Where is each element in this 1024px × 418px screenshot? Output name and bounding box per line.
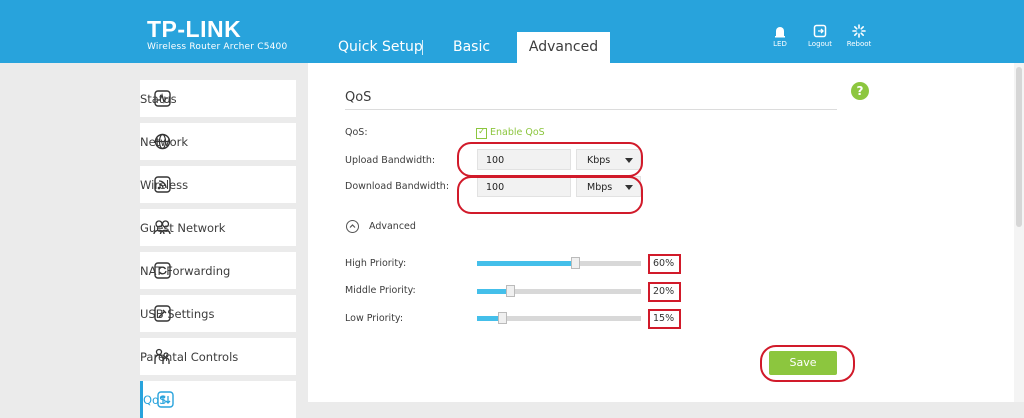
sidebar-item-qos[interactable]: QoS — [140, 381, 296, 418]
slider-fill — [477, 261, 575, 266]
logout-icon — [813, 24, 827, 38]
sidebar-item-usb-settings[interactable]: USB Settings — [140, 295, 296, 332]
low-priority-slider[interactable] — [477, 312, 641, 324]
sidebar-item-nat-forwarding[interactable]: NAT Forwarding — [140, 252, 296, 289]
enable-qos-label[interactable]: Enable QoS — [490, 127, 545, 138]
reboot-icon — [852, 24, 866, 38]
tab-quick-setup[interactable]: Quick Setup — [338, 39, 423, 55]
logout-label: Logout — [808, 40, 832, 48]
title-divider — [345, 109, 837, 110]
brand-logo: TP-LINK — [147, 16, 242, 42]
low-priority-value: 15% — [648, 309, 681, 329]
help-icon[interactable]: ? — [851, 82, 869, 100]
middle-priority-slider[interactable] — [477, 285, 641, 297]
logout-button[interactable]: Logout — [801, 24, 839, 48]
sidebar-item-wireless[interactable]: Wireless — [140, 166, 296, 203]
slider-handle[interactable] — [506, 285, 515, 297]
router-model: Wireless Router Archer C5400 — [147, 42, 288, 52]
page-title: QoS — [345, 90, 372, 105]
led-label: LED — [773, 40, 787, 48]
sidebar-item-label: NAT Forwarding — [140, 263, 231, 278]
download-highlight-annotation — [457, 176, 643, 214]
sidebar-item-label: QoS — [143, 392, 167, 407]
save-highlight-annotation — [760, 345, 855, 382]
tab-basic[interactable]: Basic — [453, 39, 490, 55]
high-priority-slider[interactable] — [477, 257, 641, 269]
middle-priority-label: Middle Priority: — [345, 285, 416, 296]
enable-qos-checkbox[interactable]: ✓ — [476, 127, 487, 139]
sidebar-item-status[interactable]: Status — [140, 80, 296, 117]
nav-divider — [422, 40, 423, 55]
sidebar-item-label: USB Settings — [140, 306, 215, 321]
sidebar-item-label: Wireless — [140, 177, 189, 192]
led-icon — [775, 27, 785, 38]
sidebar-item-parental-controls[interactable]: Parental Controls — [140, 338, 296, 375]
scrollbar[interactable] — [1014, 63, 1024, 402]
check-icon: ✓ — [478, 127, 486, 137]
high-priority-label: High Priority: — [345, 258, 407, 269]
brand: TP-LINK Wireless Router Archer C5400 — [147, 16, 288, 53]
top-header: TP-LINK Wireless Router Archer C5400 Qui… — [0, 0, 1024, 63]
slider-handle[interactable] — [498, 312, 507, 324]
sidebar-item-label: Network — [140, 134, 189, 149]
scrollbar-thumb[interactable] — [1016, 67, 1022, 227]
upload-highlight-annotation — [457, 142, 643, 177]
sidebar-item-network[interactable]: Network — [140, 123, 296, 160]
slider-handle[interactable] — [571, 257, 580, 269]
content-panel — [308, 63, 1014, 402]
advanced-toggle-label[interactable]: Advanced — [369, 221, 416, 232]
middle-priority-value: 20% — [648, 282, 681, 302]
collapse-advanced-icon[interactable] — [346, 220, 359, 233]
upload-bandwidth-label: Upload Bandwidth: — [345, 155, 436, 166]
led-button[interactable]: LED — [761, 24, 799, 48]
sidebar-item-guest-network[interactable]: Guest Network — [140, 209, 296, 246]
sidebar-item-label: Guest Network — [140, 220, 226, 235]
reboot-button[interactable]: Reboot — [840, 24, 878, 48]
download-bandwidth-label: Download Bandwidth: — [345, 181, 450, 192]
sidebar-item-label: Parental Controls — [140, 349, 239, 364]
high-priority-value: 60% — [648, 254, 681, 274]
reboot-label: Reboot — [846, 40, 872, 48]
sidebar-item-label: Status — [140, 91, 177, 106]
low-priority-label: Low Priority: — [345, 313, 404, 324]
tab-advanced[interactable]: Advanced — [517, 32, 610, 63]
qos-label: QoS: — [345, 127, 368, 138]
